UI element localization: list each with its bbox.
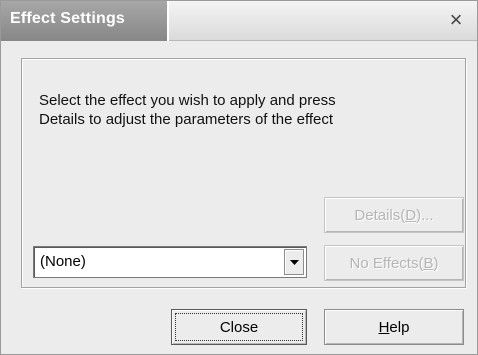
details-button[interactable]: Details(D)... bbox=[324, 197, 464, 233]
instructions-line-1: Select the effect you wish to apply and … bbox=[39, 92, 336, 109]
effect-settings-dialog: Effect Settings × Select the effect you … bbox=[0, 0, 478, 355]
instructions-text: Select the effect you wish to apply and … bbox=[39, 91, 439, 129]
instructions-line-2: Details to adjust the parameters of the … bbox=[39, 111, 334, 128]
close-icon[interactable]: × bbox=[443, 7, 469, 33]
title-bar: Effect Settings × bbox=[1, 1, 477, 41]
effect-dropdown-value: (None) bbox=[40, 253, 86, 270]
close-button[interactable]: Close bbox=[171, 309, 307, 345]
no-effects-button-label: No Effects(B) bbox=[349, 254, 439, 272]
details-button-label: Details(D)... bbox=[354, 206, 434, 224]
dropdown-arrow-button[interactable] bbox=[284, 249, 304, 275]
no-effects-button[interactable]: No Effects(B) bbox=[324, 245, 464, 281]
help-button-label: Help bbox=[378, 318, 410, 336]
close-button-label: Close bbox=[219, 318, 259, 336]
effect-dropdown[interactable]: (None) bbox=[33, 246, 307, 278]
help-button[interactable]: Help bbox=[324, 309, 464, 345]
chevron-down-icon bbox=[290, 260, 299, 265]
window-title: Effect Settings bbox=[1, 1, 169, 41]
